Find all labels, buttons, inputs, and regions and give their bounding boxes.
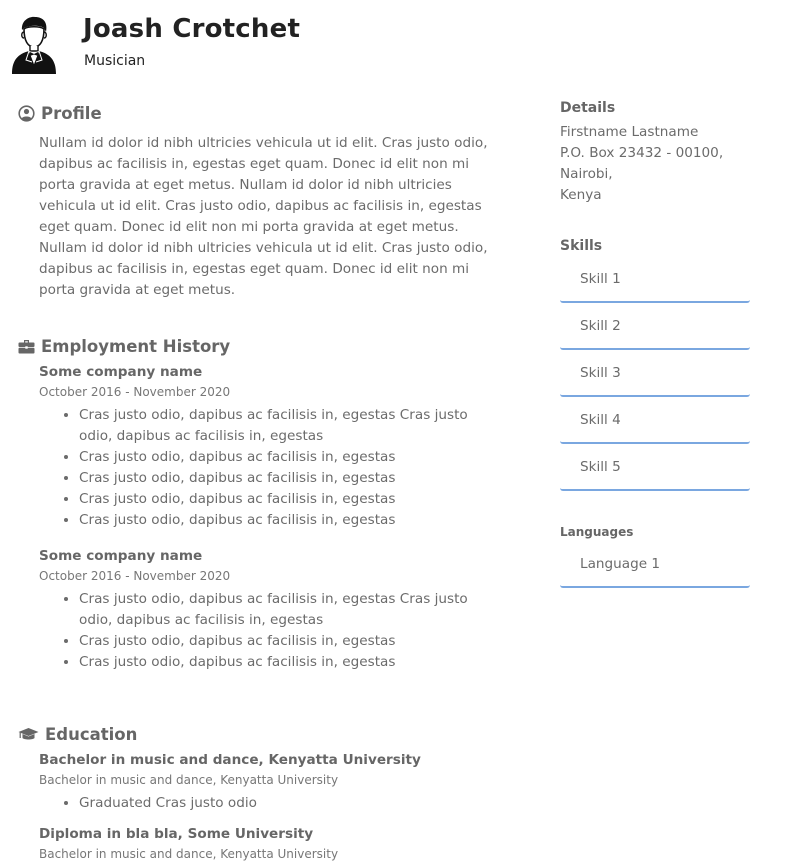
profile-text: Nullam id dolor id nibh ultricies vehicu… xyxy=(39,135,488,298)
skill-item: Skill 5 xyxy=(560,444,750,491)
person-title: Musician xyxy=(84,53,146,69)
list-item: Graduated Cras justo odio xyxy=(79,793,498,814)
details-line: Kenya xyxy=(560,187,602,203)
briefcase-icon xyxy=(18,340,35,354)
job-bullets: Cras justo odio, dapibus ac facilisis in… xyxy=(39,589,498,673)
main-column: Profile Nullam id dolor id nibh ultricie… xyxy=(18,104,498,861)
education-entry: Diploma in bla bla, Some University Bach… xyxy=(39,826,498,861)
employment-section: Employment History Some company name Oct… xyxy=(18,337,498,673)
skill-item: Skill 3 xyxy=(560,350,750,397)
skill-item: Skill 1 xyxy=(560,256,750,303)
language-item: Language 1 xyxy=(560,541,750,588)
details-section: Details Firstname Lastname P.O. Box 2343… xyxy=(560,100,755,206)
education-bullets: Graduated Cras justo odio xyxy=(39,793,498,814)
education-heading-text: Education xyxy=(45,725,138,744)
details-line: Firstname Lastname xyxy=(560,124,699,140)
education-degree: Bachelor in music and dance, Kenyatta Un… xyxy=(39,752,421,768)
list-item: Cras justo odio, dapibus ac facilisis in… xyxy=(79,589,498,631)
list-item: Cras justo odio, dapibus ac facilisis in… xyxy=(79,631,498,652)
user-circle-icon xyxy=(18,105,35,122)
details-line: Nairobi, xyxy=(560,166,613,182)
resume-header: Joash Crotchet Musician xyxy=(0,0,795,90)
profile-heading: Profile xyxy=(18,104,498,123)
education-heading: Education xyxy=(18,725,498,744)
education-entry: Bachelor in music and dance, Kenyatta Un… xyxy=(39,752,498,814)
job-company: Some company name xyxy=(39,364,203,380)
list-item: Cras justo odio, dapibus ac facilisis in… xyxy=(79,510,498,531)
employment-heading: Employment History xyxy=(18,337,498,356)
list-item: Cras justo odio, dapibus ac facilisis in… xyxy=(79,447,498,468)
employment-heading-text: Employment History xyxy=(41,337,231,356)
details-line: P.O. Box 23432 - 00100, xyxy=(560,145,724,161)
skills-heading: Skills xyxy=(560,238,603,254)
profile-section: Profile Nullam id dolor id nibh ultricie… xyxy=(18,104,498,301)
profile-heading-text: Profile xyxy=(41,104,102,123)
education-section: Education Bachelor in music and dance, K… xyxy=(18,725,498,861)
skill-item: Skill 4 xyxy=(560,397,750,444)
list-item: Cras justo odio, dapibus ac facilisis in… xyxy=(79,652,498,673)
education-subtitle: Bachelor in music and dance, Kenyatta Un… xyxy=(39,773,339,787)
job-company: Some company name xyxy=(39,548,203,564)
skill-item: Skill 2 xyxy=(560,303,750,350)
languages-section: Languages Language 1 xyxy=(560,525,755,588)
education-subtitle: Bachelor in music and dance, Kenyatta Un… xyxy=(39,847,339,861)
sidebar: Details Firstname Lastname P.O. Box 2343… xyxy=(560,100,755,588)
list-item: Cras justo odio, dapibus ac facilisis in… xyxy=(79,405,498,447)
education-degree: Diploma in bla bla, Some University xyxy=(39,826,314,842)
list-item: Cras justo odio, dapibus ac facilisis in… xyxy=(79,468,498,489)
languages-heading: Languages xyxy=(560,525,634,539)
job-dates: October 2016 - November 2020 xyxy=(39,569,231,583)
businessman-avatar-icon xyxy=(12,16,56,74)
list-item: Cras justo odio, dapibus ac facilisis in… xyxy=(79,489,498,510)
graduation-cap-icon xyxy=(18,728,39,740)
person-name: Joash Crotchet xyxy=(83,14,301,44)
details-heading: Details xyxy=(560,100,616,116)
job-entry: Some company name October 2016 - Novembe… xyxy=(39,548,498,673)
job-dates: October 2016 - November 2020 xyxy=(39,385,231,399)
skills-section: Skills Skill 1 Skill 2 Skill 3 Skill 4 S… xyxy=(560,238,755,491)
job-entry: Some company name October 2016 - Novembe… xyxy=(39,364,498,531)
job-bullets: Cras justo odio, dapibus ac facilisis in… xyxy=(39,405,498,531)
